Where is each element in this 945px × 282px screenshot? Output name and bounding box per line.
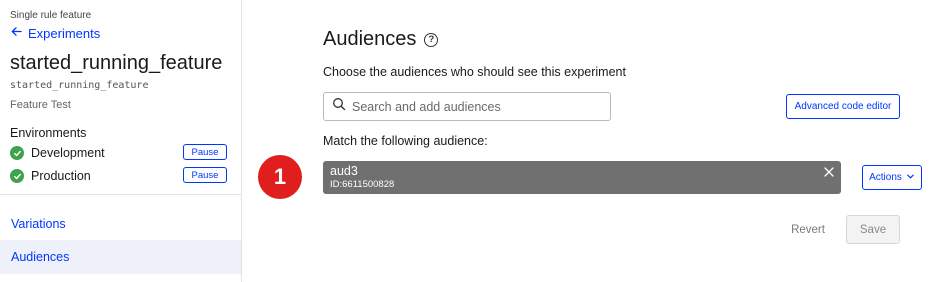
page-title: Audiences ? <box>323 28 439 51</box>
back-to-experiments-link[interactable]: Experiments <box>10 25 100 41</box>
save-button[interactable]: Save <box>846 215 900 244</box>
environment-name: Production <box>31 169 91 183</box>
environment-row-production: Production Pause <box>10 167 230 185</box>
actions-label: Actions <box>869 172 902 183</box>
search-icon <box>332 97 352 116</box>
chevron-down-icon <box>906 172 915 184</box>
actions-dropdown-button[interactable]: Actions <box>862 165 922 190</box>
environments-heading: Environments <box>10 126 87 140</box>
feature-type: Feature Test <box>10 99 71 111</box>
audiences-subtitle: Choose the audiences who should see this… <box>323 65 626 79</box>
audience-search-field[interactable] <box>323 92 611 121</box>
sidebar-divider <box>0 194 241 195</box>
close-icon[interactable] <box>823 165 835 177</box>
arrow-left-icon <box>10 25 23 41</box>
sidebar-item-audiences[interactable]: Audiences <box>0 240 241 274</box>
audience-search-input[interactable] <box>352 99 602 114</box>
help-circle-icon[interactable]: ? <box>424 32 439 47</box>
match-audience-label: Match the following audience: <box>323 134 488 148</box>
breadcrumb-feature-type: Single rule feature <box>10 10 92 21</box>
pause-development-button[interactable]: Pause <box>183 144 227 160</box>
environment-name: Development <box>31 146 105 160</box>
audience-name: aud3 <box>330 164 358 178</box>
environment-row-development: Development Pause <box>10 144 230 162</box>
audience-chip: aud3 ID:6611500828 <box>323 161 841 194</box>
audience-id: ID:6611500828 <box>330 179 395 190</box>
back-link-label: Experiments <box>28 25 101 41</box>
pause-production-button[interactable]: Pause <box>183 167 227 183</box>
revert-button[interactable]: Revert <box>778 218 838 242</box>
advanced-code-editor-button[interactable]: Advanced code editor <box>786 94 900 119</box>
main-panel: Audiences ? Choose the audiences who sho… <box>243 0 945 282</box>
feature-key: started_running_feature <box>10 80 149 91</box>
feature-title: started_running_feature <box>10 52 223 74</box>
check-circle-icon <box>10 169 24 183</box>
sidebar-item-variations[interactable]: Variations <box>0 207 241 241</box>
step-number-badge: 1 <box>258 155 302 199</box>
page-title-text: Audiences <box>323 28 417 50</box>
sidebar: Single rule feature Experiments started_… <box>0 0 242 282</box>
check-circle-icon <box>10 146 24 160</box>
